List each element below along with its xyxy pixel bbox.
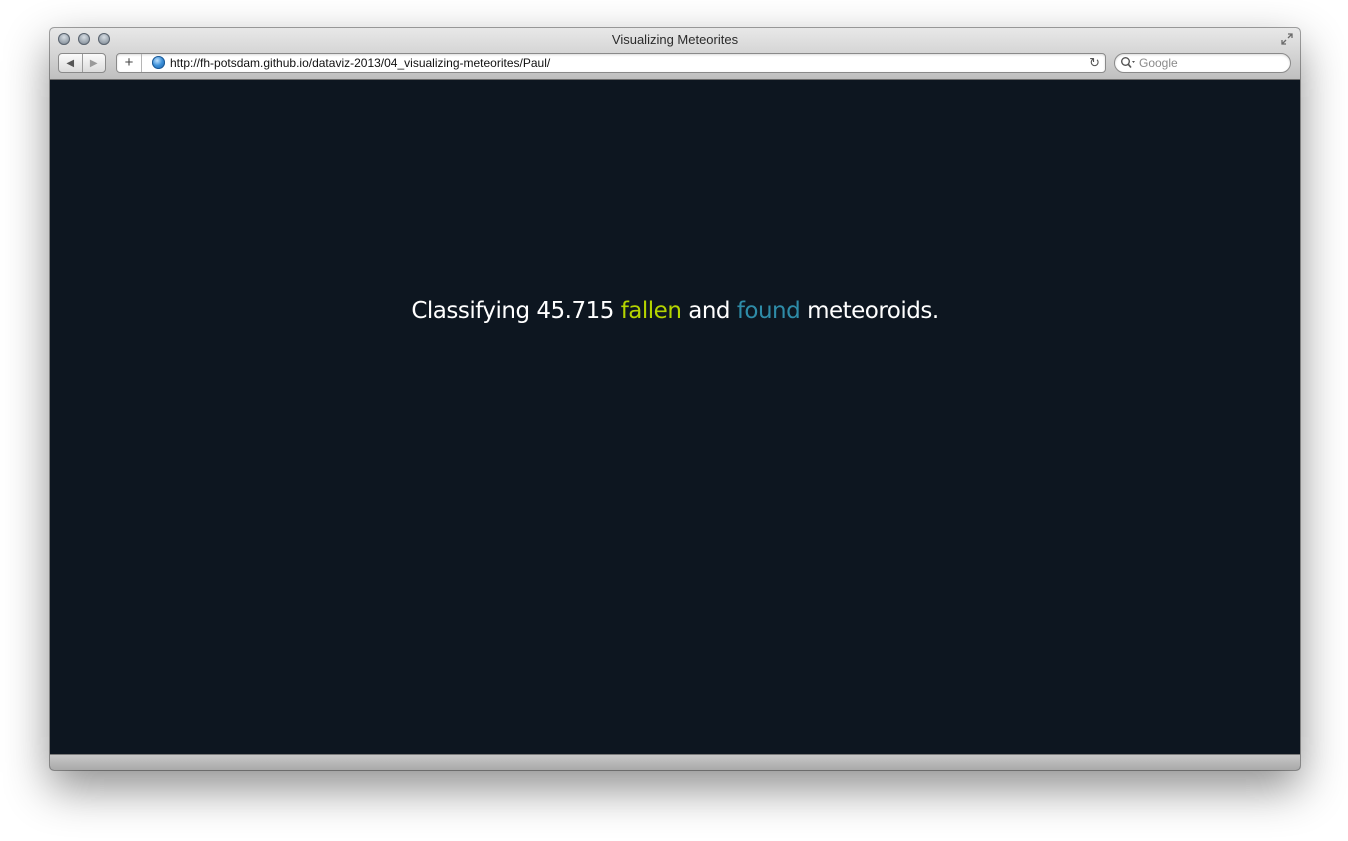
search-input[interactable] [1139, 54, 1284, 72]
back-arrow-icon: ◀ [66, 57, 75, 69]
window-title: Visualizing Meteorites [611, 32, 739, 47]
reload-icon: ↻ [1089, 55, 1100, 70]
url-text[interactable]: http://fh-potsdam.github.io/dataviz-2013… [170, 56, 550, 70]
back-forward-group: ◀ ▶ [58, 53, 106, 73]
headline-prefix: Classifying 45.715 [411, 298, 614, 324]
page-content: Classifying 45.715 fallen and found mete… [50, 80, 1300, 754]
fullscreen-icon[interactable] [1280, 32, 1294, 46]
title-bar: Visualizing Meteorites ◀ ▶ + http://fh-p… [50, 28, 1300, 80]
back-button[interactable]: ◀ [59, 54, 83, 72]
headline-suffix: meteoroids. [807, 298, 939, 324]
plus-icon: + [124, 54, 134, 71]
headline: Classifying 45.715 fallen and found mete… [50, 298, 1300, 324]
reload-button[interactable]: ↻ [1089, 54, 1100, 72]
status-bar [50, 754, 1300, 770]
forward-button[interactable]: ▶ [83, 54, 106, 72]
add-bookmark-button[interactable]: + [117, 54, 142, 72]
address-bar[interactable]: + http://fh-potsdam.github.io/dataviz-20… [116, 53, 1106, 73]
headline-and: and [688, 298, 730, 324]
search-field[interactable] [1114, 53, 1291, 73]
browser-window: Visualizing Meteorites ◀ ▶ + http://fh-p… [50, 28, 1300, 770]
fallen-word[interactable]: fallen [621, 298, 682, 324]
search-icon [1121, 57, 1135, 69]
found-word[interactable]: found [737, 298, 801, 324]
forward-arrow-icon: ▶ [89, 57, 98, 69]
globe-icon [152, 56, 165, 69]
